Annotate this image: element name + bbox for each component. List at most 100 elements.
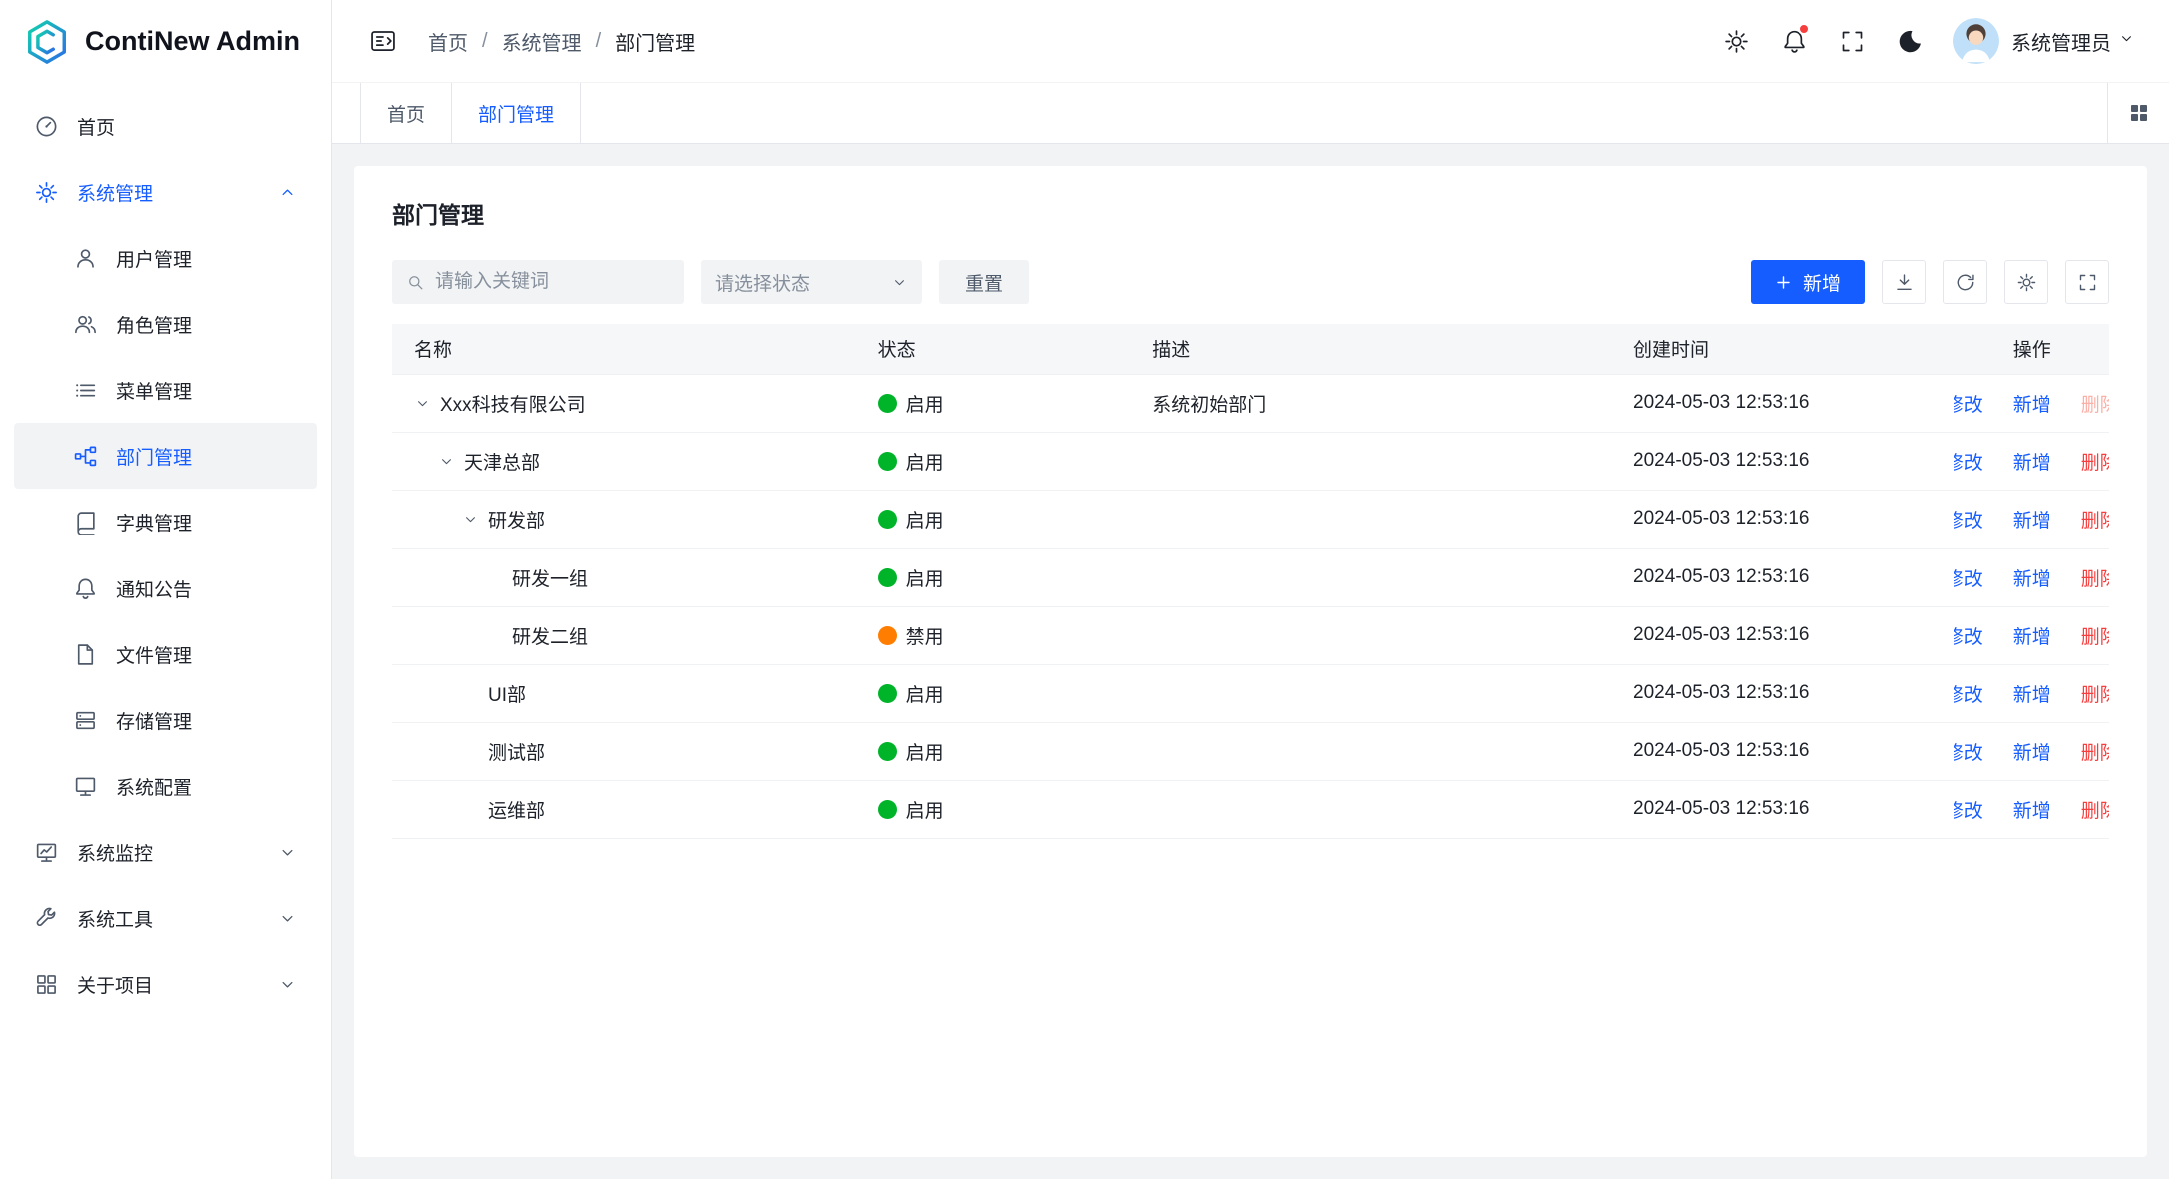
reset-button[interactable]: 重置 bbox=[939, 260, 1029, 304]
dept-name: 研发一组 bbox=[512, 564, 588, 591]
status-label: 启用 bbox=[906, 738, 944, 765]
breadcrumb-home[interactable]: 首页 bbox=[428, 27, 468, 56]
collapse-sidebar-icon[interactable] bbox=[360, 18, 406, 64]
edit-link[interactable]: 修改 bbox=[1954, 390, 1982, 417]
table-settings-gear-icon[interactable] bbox=[2004, 260, 2048, 304]
breadcrumb-separator: / bbox=[482, 30, 488, 53]
table-row: 运维部 启用 2024-05-03 12:53:16 修改 新增 删除 bbox=[392, 780, 2109, 838]
table-row: 天津总部 启用 2024-05-03 12:53:16 修改 新增 删除 bbox=[392, 432, 2109, 490]
settings-icon[interactable] bbox=[1711, 18, 1761, 64]
app-title: ContiNew Admin bbox=[85, 26, 300, 57]
add-link[interactable]: 新增 bbox=[2013, 448, 2051, 475]
home-icon bbox=[34, 114, 59, 139]
breadcrumb-current: 部门管理 bbox=[615, 27, 695, 56]
delete-link[interactable]: 删除 bbox=[2081, 622, 2109, 649]
dept-description: 系统初始部门 bbox=[1130, 374, 1611, 432]
status-enabled-icon bbox=[878, 684, 897, 703]
chevron-up-icon bbox=[278, 183, 297, 202]
fullscreen-icon[interactable] bbox=[1827, 18, 1877, 64]
edit-link[interactable]: 修改 bbox=[1954, 564, 1982, 591]
sidebar-item-notices[interactable]: 通知公告 bbox=[14, 555, 317, 621]
sidebar-system-submenu: 用户管理 角色管理 菜单管理 部门管理 字典管理 bbox=[14, 225, 317, 819]
status-select[interactable]: 请选择状态 bbox=[701, 260, 922, 304]
add-button[interactable]: 新增 bbox=[1751, 260, 1865, 304]
main-area: 首页 / 系统管理 / 部门管理 bbox=[332, 0, 2169, 1179]
page-content: 部门管理 请选择状态 重置 新增 bbox=[332, 144, 2169, 1179]
app-logo[interactable]: ContiNew Admin bbox=[0, 0, 331, 83]
sidebar-item-storage[interactable]: 存储管理 bbox=[14, 687, 317, 753]
tab-label: 首页 bbox=[387, 100, 425, 127]
sidebar-item-files[interactable]: 文件管理 bbox=[14, 621, 317, 687]
menu-list-icon bbox=[73, 378, 98, 403]
sidebar-item-departments[interactable]: 部门管理 bbox=[14, 423, 317, 489]
add-link[interactable]: 新增 bbox=[2013, 796, 2051, 823]
dept-description bbox=[1130, 548, 1611, 606]
add-link[interactable]: 新增 bbox=[2013, 390, 2051, 417]
edit-link[interactable]: 修改 bbox=[1954, 738, 1982, 765]
refresh-icon[interactable] bbox=[1943, 260, 1987, 304]
edit-link[interactable]: 修改 bbox=[1954, 448, 1982, 475]
delete-link[interactable]: 删除 bbox=[2081, 448, 2109, 475]
user-icon bbox=[73, 246, 98, 271]
sidebar-group-system[interactable]: 系统管理 bbox=[14, 159, 317, 225]
notification-bell-icon[interactable] bbox=[1769, 18, 1819, 64]
breadcrumb: 首页 / 系统管理 / 部门管理 bbox=[428, 27, 695, 56]
delete-link[interactable]: 删除 bbox=[2081, 564, 2109, 591]
sidebar-item-menus[interactable]: 菜单管理 bbox=[14, 357, 317, 423]
tab-departments[interactable]: 部门管理 bbox=[452, 83, 581, 143]
add-link[interactable]: 新增 bbox=[2013, 738, 2051, 765]
table-row: 研发二组 禁用 2024-05-03 12:53:16 修改 新增 删除 bbox=[392, 606, 2109, 664]
chevron-down-icon bbox=[278, 843, 297, 862]
delete-link[interactable]: 删除 bbox=[2081, 506, 2109, 533]
created-time: 2024-05-03 12:53:16 bbox=[1611, 664, 1954, 722]
dark-mode-moon-icon[interactable] bbox=[1885, 18, 1935, 64]
delete-link-disabled: 删除 bbox=[2081, 390, 2109, 417]
collapse-row-icon[interactable] bbox=[462, 511, 488, 528]
add-link[interactable]: 新增 bbox=[2013, 506, 2051, 533]
dept-name: Xxx科技有限公司 bbox=[440, 390, 586, 417]
column-actions: 操作 bbox=[1954, 324, 2109, 374]
column-description: 描述 bbox=[1130, 324, 1611, 374]
page-title: 部门管理 bbox=[392, 196, 2109, 230]
delete-link[interactable]: 删除 bbox=[2081, 680, 2109, 707]
sidebar-group-about[interactable]: 关于项目 bbox=[14, 951, 317, 1017]
add-link[interactable]: 新增 bbox=[2013, 680, 2051, 707]
user-menu[interactable]: 系统管理员 bbox=[1953, 18, 2135, 64]
add-link[interactable]: 新增 bbox=[2013, 564, 2051, 591]
table-row: 研发一组 启用 2024-05-03 12:53:16 修改 新增 删除 bbox=[392, 548, 2109, 606]
sidebar-item-label: 菜单管理 bbox=[116, 377, 192, 404]
sidebar-item-label: 存储管理 bbox=[116, 707, 192, 734]
breadcrumb-system[interactable]: 系统管理 bbox=[502, 27, 582, 56]
breadcrumb-separator: / bbox=[596, 30, 602, 53]
table-fullscreen-icon[interactable] bbox=[2065, 260, 2109, 304]
sidebar-group-monitor[interactable]: 系统监控 bbox=[14, 819, 317, 885]
edit-link[interactable]: 修改 bbox=[1954, 622, 1982, 649]
edit-link[interactable]: 修改 bbox=[1954, 796, 1982, 823]
sidebar-group-label: 系统管理 bbox=[77, 179, 153, 206]
sidebar-item-dictionaries[interactable]: 字典管理 bbox=[14, 489, 317, 555]
delete-link[interactable]: 删除 bbox=[2081, 796, 2109, 823]
desktop-icon bbox=[73, 774, 98, 799]
edit-link[interactable]: 修改 bbox=[1954, 506, 1982, 533]
delete-link[interactable]: 删除 bbox=[2081, 738, 2109, 765]
edit-link[interactable]: 修改 bbox=[1954, 680, 1982, 707]
add-link[interactable]: 新增 bbox=[2013, 622, 2051, 649]
logo-icon bbox=[24, 19, 70, 65]
export-download-icon[interactable] bbox=[1882, 260, 1926, 304]
sidebar-group-tools[interactable]: 系统工具 bbox=[14, 885, 317, 951]
sidebar-item-label: 部门管理 bbox=[116, 443, 192, 470]
sidebar-item-home[interactable]: 首页 bbox=[14, 93, 317, 159]
status-label: 启用 bbox=[906, 796, 944, 823]
sidebar-item-users[interactable]: 用户管理 bbox=[14, 225, 317, 291]
tab-options-grid-icon[interactable] bbox=[2107, 83, 2169, 143]
search-input[interactable] bbox=[435, 271, 670, 293]
status-select-placeholder: 请选择状态 bbox=[715, 269, 810, 296]
keyword-search[interactable] bbox=[392, 260, 684, 304]
collapse-row-icon[interactable] bbox=[414, 395, 440, 412]
collapse-row-icon[interactable] bbox=[438, 453, 464, 470]
table-row: UI部 启用 2024-05-03 12:53:16 修改 新增 删除 bbox=[392, 664, 2109, 722]
sidebar-item-roles[interactable]: 角色管理 bbox=[14, 291, 317, 357]
sidebar-item-config[interactable]: 系统配置 bbox=[14, 753, 317, 819]
notification-dot bbox=[1798, 23, 1810, 35]
tab-home[interactable]: 首页 bbox=[360, 83, 452, 143]
